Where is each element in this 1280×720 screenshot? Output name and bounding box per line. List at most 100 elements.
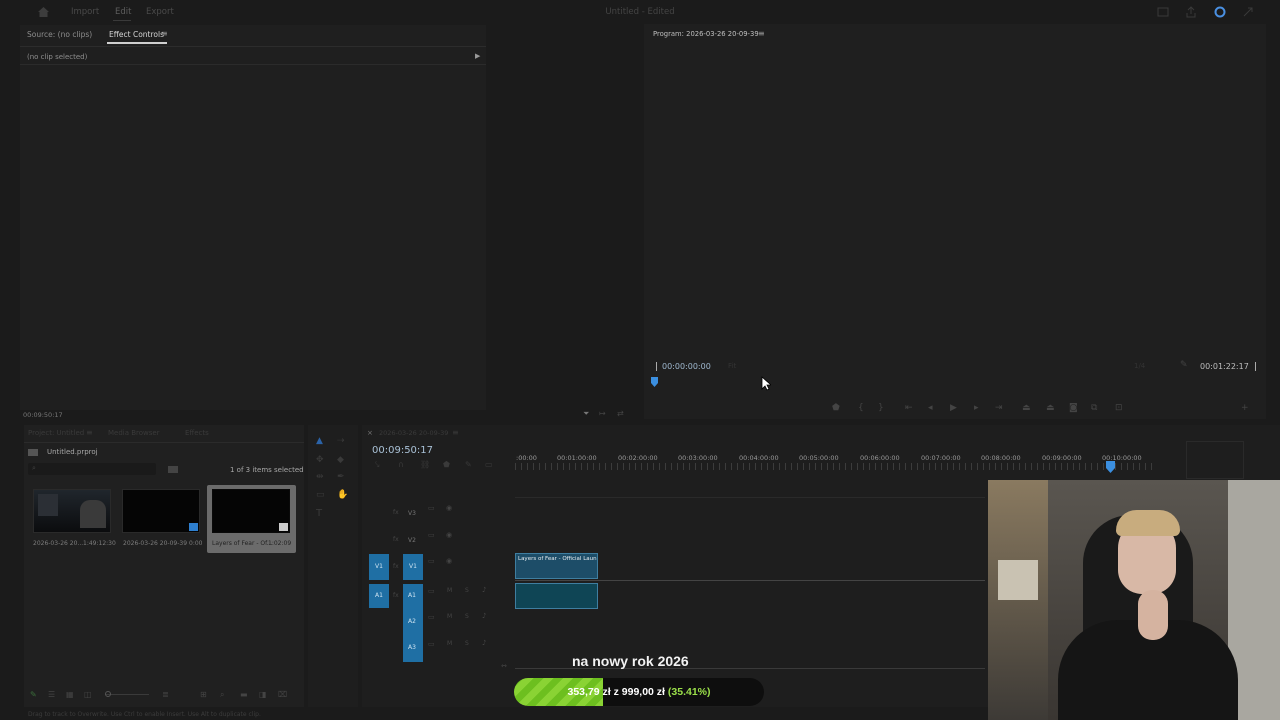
tab-effects[interactable]: Effects [185, 429, 209, 437]
tab-effect-controls[interactable]: Effect Controls [109, 30, 164, 39]
freeform-view-icon[interactable]: ◫ [84, 690, 92, 699]
add-marker-tl-icon[interactable]: ⬟ [443, 460, 450, 469]
vr-icon[interactable]: ⊡ [1115, 403, 1123, 413]
program-current-timecode[interactable]: 00:00:00:00 [662, 362, 711, 371]
close-sequence-icon[interactable]: × [367, 429, 373, 437]
selection-tool-icon[interactable]: ▲ [316, 436, 323, 446]
fit-dropdown[interactable]: Fit [728, 362, 736, 370]
sort-icon[interactable]: ≣ [162, 690, 169, 699]
audio-clip[interactable] [515, 583, 598, 609]
thumbnail-2[interactable] [122, 489, 200, 533]
mute-button[interactable]: M [447, 587, 452, 594]
new-bin-button-icon[interactable]: ▬ [240, 690, 248, 699]
playhead-marker[interactable] [651, 377, 658, 388]
track-v1-target[interactable]: V1 [403, 554, 423, 580]
razor-tool-icon[interactable]: ◆ [337, 455, 344, 465]
search-input[interactable]: ⌕ [28, 463, 156, 475]
program-menu-icon[interactable]: ≡ [758, 29, 765, 38]
audio-target-column[interactable]: A1 A2 A3 [403, 584, 423, 662]
fullscreen-icon[interactable] [1242, 6, 1254, 18]
solo-button[interactable]: S [465, 613, 469, 620]
mic-icon[interactable]: ♪ [482, 639, 486, 647]
captions-icon[interactable]: ▭ [485, 460, 493, 469]
resolution-dropdown[interactable]: 1/4 [1134, 362, 1145, 370]
track-output-icon[interactable]: ▭ [428, 531, 435, 539]
add-button-icon[interactable]: + [1241, 403, 1249, 413]
track-output-icon[interactable]: ▭ [428, 557, 435, 565]
wrench-icon[interactable]: ✎ [1180, 360, 1188, 370]
tab-sequence[interactable]: 2026-03-26 20-09-39 [379, 429, 448, 437]
add-marker-icon[interactable]: ⬟ [832, 403, 840, 413]
zoom-slider-handle[interactable] [105, 691, 111, 697]
step-back-icon[interactable]: ◂ [928, 403, 933, 413]
mic-icon[interactable]: ♪ [482, 612, 486, 620]
toggle-sync-lock-icon[interactable]: fx [393, 509, 399, 516]
linked-selection-icon[interactable]: ⛓ [420, 460, 430, 469]
share-icon[interactable] [1185, 6, 1197, 18]
track-output-icon[interactable]: ▭ [428, 504, 435, 512]
slip-tool-icon[interactable]: ⇹ [316, 472, 324, 482]
mic-icon[interactable]: ♪ [482, 586, 486, 594]
source-patch-v1[interactable]: V1 [369, 554, 389, 580]
mute-button[interactable]: M [447, 613, 452, 620]
write-icon[interactable]: ✎ [30, 690, 37, 699]
track-output-icon[interactable]: ▭ [428, 640, 435, 648]
tab-program[interactable]: Program: 2026-03-26 20-09-39 [653, 30, 759, 38]
progress-icon[interactable] [1214, 6, 1226, 18]
trash-icon[interactable]: ⌧ [278, 690, 287, 699]
track-output-icon[interactable]: ▭ [428, 613, 435, 621]
nest-icon[interactable]: ⤥ [375, 460, 380, 470]
solo-button[interactable]: S [465, 587, 469, 594]
workspaces-icon[interactable] [1157, 6, 1169, 18]
camera-icon[interactable]: ◙ [1069, 403, 1078, 413]
sequence-menu-icon[interactable]: ≡ [452, 428, 459, 437]
step-forward-icon[interactable]: ▸ [974, 403, 979, 413]
export-frame-icon[interactable]: ↦ [599, 409, 606, 418]
timeline-timecode[interactable]: 00:09:50:17 [372, 445, 433, 456]
mark-in-icon[interactable]: { [858, 403, 864, 413]
thumbnail-3[interactable] [212, 489, 290, 533]
expand-arrow-icon[interactable]: ▶ [475, 52, 480, 60]
video-clip[interactable]: Layers of Fear - Official Laun [515, 553, 598, 579]
rectangle-tool-icon[interactable]: ▭ [316, 490, 325, 500]
toggle-sync-lock-icon[interactable]: fx [393, 592, 399, 599]
automate-icon[interactable]: ⊞ [200, 690, 207, 699]
new-bin-icon[interactable] [168, 465, 178, 473]
track-select-tool-icon[interactable]: ⇢ [337, 436, 345, 446]
type-tool-icon[interactable]: T [316, 508, 322, 519]
extract-icon[interactable]: ⏏ [1046, 403, 1055, 413]
tab-project[interactable]: Project: Untitled [28, 429, 84, 437]
source-patch-a1[interactable]: A1 [369, 584, 389, 608]
settings-icon[interactable]: ⇄ [617, 409, 624, 418]
menu-icon[interactable]: ≡ [161, 29, 168, 38]
toggle-sync-lock-icon[interactable]: fx [393, 536, 399, 543]
zoom-slider[interactable] [105, 694, 149, 695]
play-icon[interactable]: ▶ [950, 403, 957, 413]
list-view-icon[interactable]: ☰ [48, 690, 55, 699]
tab-media-browser[interactable]: Media Browser [108, 429, 160, 437]
mute-button[interactable]: M [447, 640, 452, 647]
go-to-out-icon[interactable]: ⇥ [995, 403, 1003, 413]
filter-icon[interactable]: ⏷ [583, 409, 589, 419]
ripple-edit-tool-icon[interactable]: ✥ [316, 455, 324, 465]
thumbnail-1[interactable] [33, 489, 111, 533]
resize-handle-icon[interactable]: ⇿ [501, 662, 507, 670]
eye-icon[interactable]: ◉ [446, 504, 452, 512]
pen-tool-icon[interactable]: ✒ [337, 472, 345, 482]
solo-button[interactable]: S [465, 640, 469, 647]
new-item-icon[interactable]: ◨ [259, 690, 267, 699]
hand-tool-icon[interactable]: ✋ [337, 490, 348, 500]
eye-icon[interactable]: ◉ [446, 557, 452, 565]
go-to-in-icon[interactable]: ⇤ [905, 403, 913, 413]
wrench-tl-icon[interactable]: ✎ [465, 460, 472, 469]
project-menu-icon[interactable]: ≡ [86, 428, 93, 437]
find-icon[interactable]: ⌕ [220, 690, 224, 700]
lift-icon[interactable]: ⏏ [1022, 403, 1031, 413]
eye-icon[interactable]: ◉ [446, 531, 452, 539]
snap-icon[interactable]: ∩ [398, 460, 404, 469]
timeline-playhead[interactable] [1106, 461, 1115, 473]
compare-icon[interactable]: ⧉ [1091, 403, 1097, 413]
icon-view-icon[interactable]: ▦ [66, 690, 74, 699]
tab-source[interactable]: Source: (no clips) [27, 30, 92, 39]
toggle-sync-lock-icon[interactable]: fx [393, 563, 399, 570]
